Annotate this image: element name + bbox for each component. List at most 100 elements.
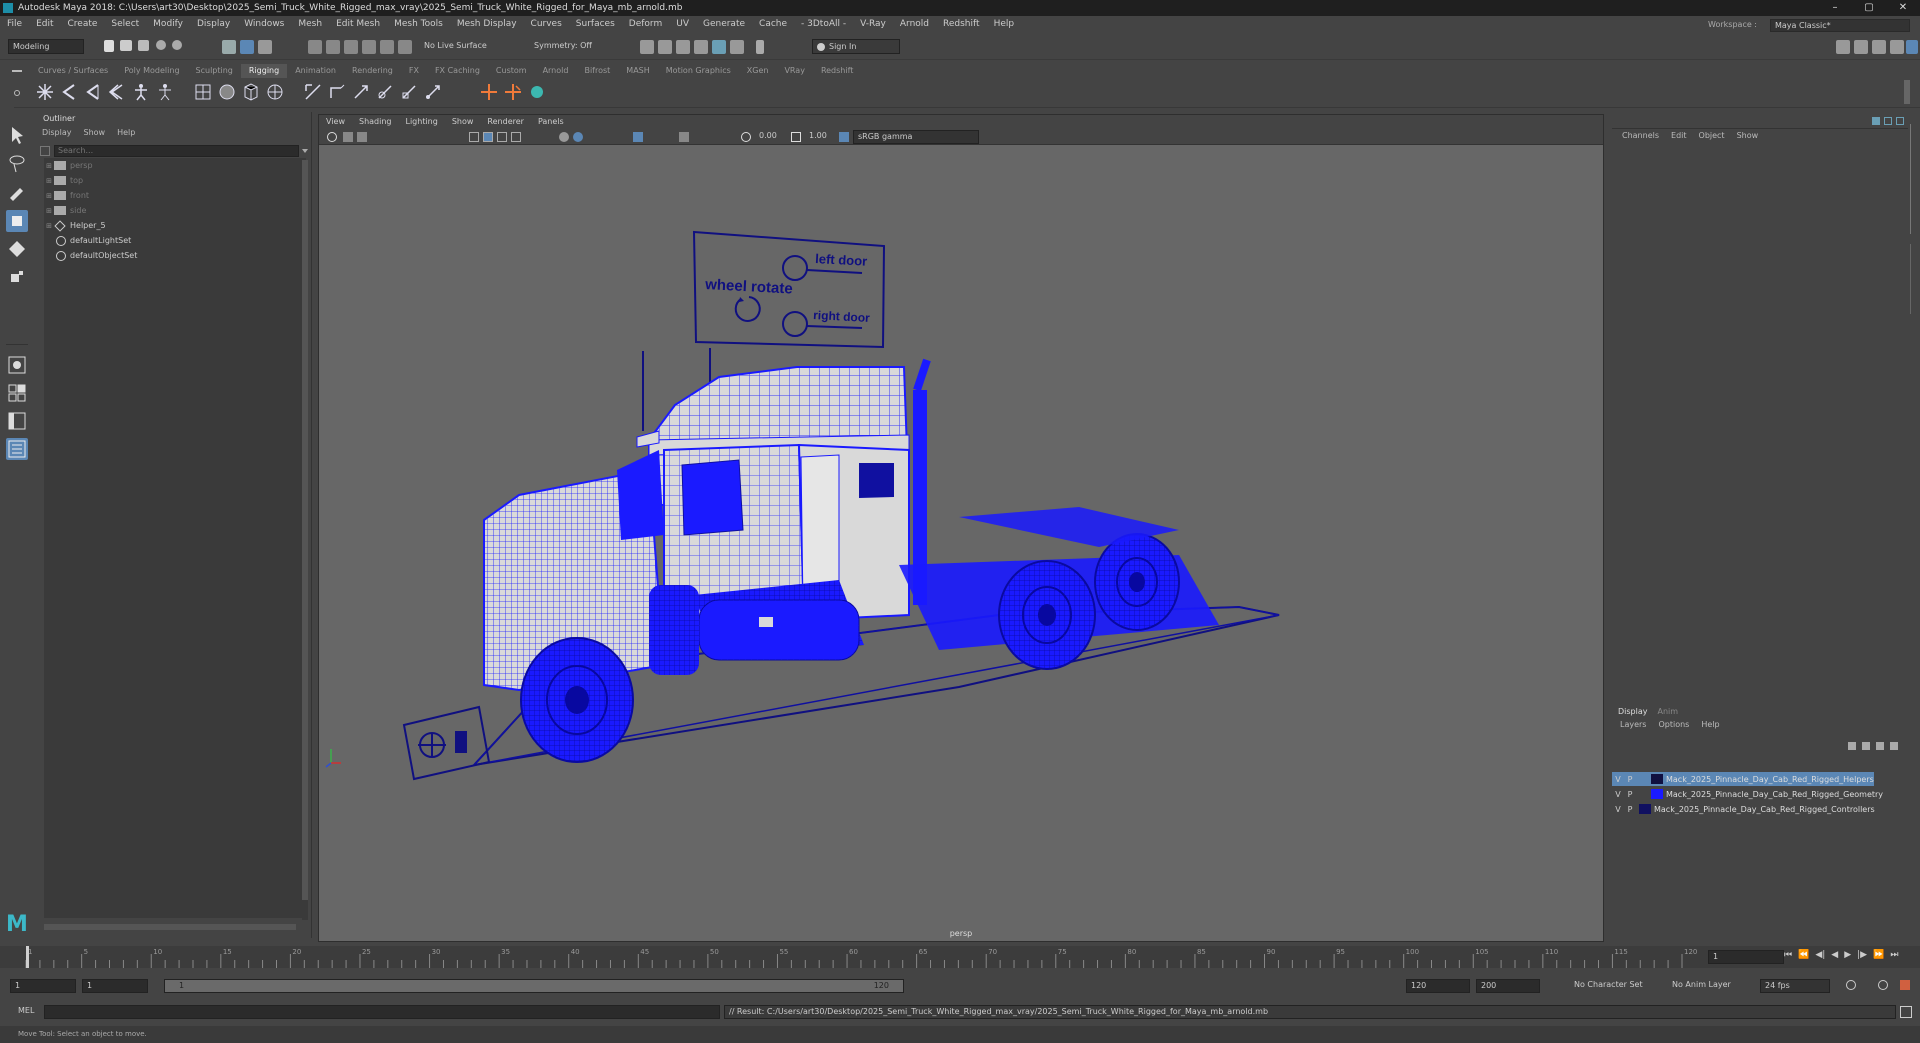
outliner-item-helper[interactable]: ⊞ Helper_5 (44, 218, 306, 233)
xray-icon[interactable] (633, 132, 643, 142)
go-to-start-icon[interactable]: ⏮ (1784, 950, 1792, 960)
viewport-menu-shading[interactable]: Shading (352, 115, 399, 129)
rear-wheel-back-axle[interactable] (1094, 533, 1180, 631)
shelf-tab-mash[interactable]: MASH (618, 64, 657, 78)
channel-box-close-icon[interactable] (1896, 117, 1904, 125)
gamma-icon[interactable] (791, 132, 801, 142)
persp-outliner-layout-icon[interactable] (6, 410, 28, 432)
paint-select-tool-icon[interactable] (6, 180, 28, 202)
rear-wheel-front-axle[interactable] (998, 560, 1096, 670)
menu-cache[interactable]: Cache (752, 16, 794, 32)
layer-row-helpers[interactable]: V P Mack_2025_Pinnacle_Day_Cab_Red_Rigge… (1612, 772, 1874, 786)
expand-icon[interactable]: ⊞ (44, 162, 54, 170)
render-view-icon[interactable] (730, 40, 744, 54)
human-ik-icon[interactable] (1854, 40, 1868, 54)
move-layer-up-icon[interactable] (1848, 742, 1856, 750)
viewport-scene[interactable]: wheel rotate left door right door (319, 145, 1604, 942)
root-control-box[interactable] (402, 705, 491, 781)
auto-key-icon[interactable] (1878, 980, 1888, 990)
viewport-menu-view[interactable]: View (319, 115, 352, 129)
layer-color-swatch[interactable] (1651, 774, 1663, 784)
front-wheel[interactable] (520, 637, 634, 763)
fps-dropdown[interactable]: 24 fps (1760, 979, 1830, 993)
view-transform-dropdown[interactable]: sRGB gamma (853, 130, 979, 144)
menu-windows[interactable]: Windows (237, 16, 291, 32)
tool-settings-toggle-icon[interactable] (1890, 40, 1904, 54)
menu-vray[interactable]: V-Ray (853, 16, 893, 32)
go-to-end-icon[interactable]: ⏭ (1890, 950, 1898, 960)
parent-constraint-icon[interactable] (328, 83, 346, 101)
outliner-filter-icon[interactable] (40, 145, 50, 156)
outliner-menu-display[interactable]: Display (36, 126, 78, 140)
anim-end-field[interactable]: 200 (1476, 979, 1540, 993)
menu-surfaces[interactable]: Surfaces (569, 16, 622, 32)
menu-curves[interactable]: Curves (524, 16, 569, 32)
wireframe-icon[interactable] (483, 132, 493, 142)
shelf-tab-rendering[interactable]: Rendering (344, 64, 401, 78)
channels-object-menu[interactable]: Object (1693, 129, 1731, 143)
new-scene-icon[interactable] (104, 40, 114, 52)
select-object-icon[interactable] (240, 40, 254, 54)
attribute-editor-toggle-icon[interactable] (1872, 40, 1886, 54)
snap-point-icon[interactable] (344, 40, 358, 54)
live-surface-field[interactable]: No Live Surface (420, 39, 496, 54)
image-plane-icon[interactable] (357, 132, 367, 142)
layer-tab-anim[interactable]: Anim (1658, 707, 1679, 716)
pole-vector-icon[interactable] (504, 83, 522, 101)
menu-display[interactable]: Display (190, 16, 237, 32)
outliner-search-options-icon[interactable] (302, 148, 308, 153)
menu-3dtoall[interactable]: - 3DtoAll - (794, 16, 853, 32)
menu-redshift[interactable]: Redshift (936, 16, 987, 32)
smooth-shade-icon[interactable] (497, 132, 507, 142)
arnold-shelf-icon[interactable] (528, 83, 546, 101)
outliner-layout-icon[interactable] (6, 438, 28, 460)
viewport-menu-lighting[interactable]: Lighting (398, 115, 444, 129)
gamma-field[interactable]: 1.00 (805, 130, 833, 144)
render-sequence-icon[interactable] (658, 40, 672, 54)
layer-color-swatch[interactable] (1651, 789, 1663, 799)
shelf-tab-sculpting[interactable]: Sculpting (188, 64, 241, 78)
redo-icon[interactable] (172, 40, 182, 50)
wrap-deformer-icon[interactable] (266, 83, 284, 101)
cluster-icon[interactable] (304, 83, 322, 101)
command-language-toggle[interactable]: MEL (18, 1006, 34, 1015)
select-tool-icon[interactable] (6, 124, 28, 146)
step-forward-frame-icon[interactable]: |▶ (1857, 950, 1867, 960)
render-settings-icon[interactable] (694, 40, 708, 54)
play-backwards-icon[interactable]: ◀ (1831, 950, 1838, 960)
outliner-item-side[interactable]: ⊞ side (44, 203, 306, 218)
pause-icon[interactable] (756, 40, 764, 54)
layer-visibility-toggle[interactable]: V (1612, 790, 1624, 799)
channel-box-toggle-icon[interactable] (1906, 40, 1918, 54)
left-door-control[interactable] (782, 255, 808, 281)
layers-menu[interactable]: Layers (1614, 718, 1652, 732)
shelf-tab-poly-modeling[interactable]: Poly Modeling (116, 64, 187, 78)
perspective-viewport[interactable]: View Shading Lighting Show Renderer Pane… (318, 114, 1604, 942)
viewport-menu-show[interactable]: Show (445, 115, 481, 129)
lattice-icon[interactable] (242, 83, 260, 101)
channels-menu[interactable]: Channels (1616, 129, 1665, 143)
channel-box-float-icon[interactable] (1884, 117, 1892, 125)
camera-attributes-icon[interactable] (327, 132, 337, 142)
paint-weights-icon[interactable] (218, 83, 236, 101)
outliner-menu-help[interactable]: Help (111, 126, 141, 140)
isolate-select-icon[interactable] (679, 132, 689, 142)
scale-tool-icon[interactable] (6, 266, 28, 288)
right-door-control[interactable] (782, 311, 808, 337)
new-layer-from-selected-icon[interactable] (1890, 742, 1898, 750)
undo-icon[interactable] (156, 40, 166, 50)
shelf-tab-fx[interactable]: FX (401, 64, 427, 78)
character-set-dropdown[interactable]: No Character Set (1570, 979, 1648, 993)
color-management-icon[interactable] (839, 132, 849, 142)
menu-select[interactable]: Select (104, 16, 146, 32)
expand-icon[interactable]: ⊞ (44, 177, 54, 185)
outliner-vertical-scrollbar[interactable] (302, 160, 308, 920)
shelf-tab-redshift[interactable]: Redshift (813, 64, 861, 78)
shelf-menu-icon[interactable] (14, 90, 20, 96)
viewport-menu-panels[interactable]: Panels (531, 115, 571, 129)
rotate-tool-icon[interactable] (6, 238, 28, 260)
new-layer-icon[interactable] (1876, 742, 1884, 750)
menu-file[interactable]: File (0, 16, 29, 32)
layer-visibility-toggle[interactable]: V (1612, 805, 1624, 814)
ik-handle-icon[interactable] (60, 83, 78, 101)
